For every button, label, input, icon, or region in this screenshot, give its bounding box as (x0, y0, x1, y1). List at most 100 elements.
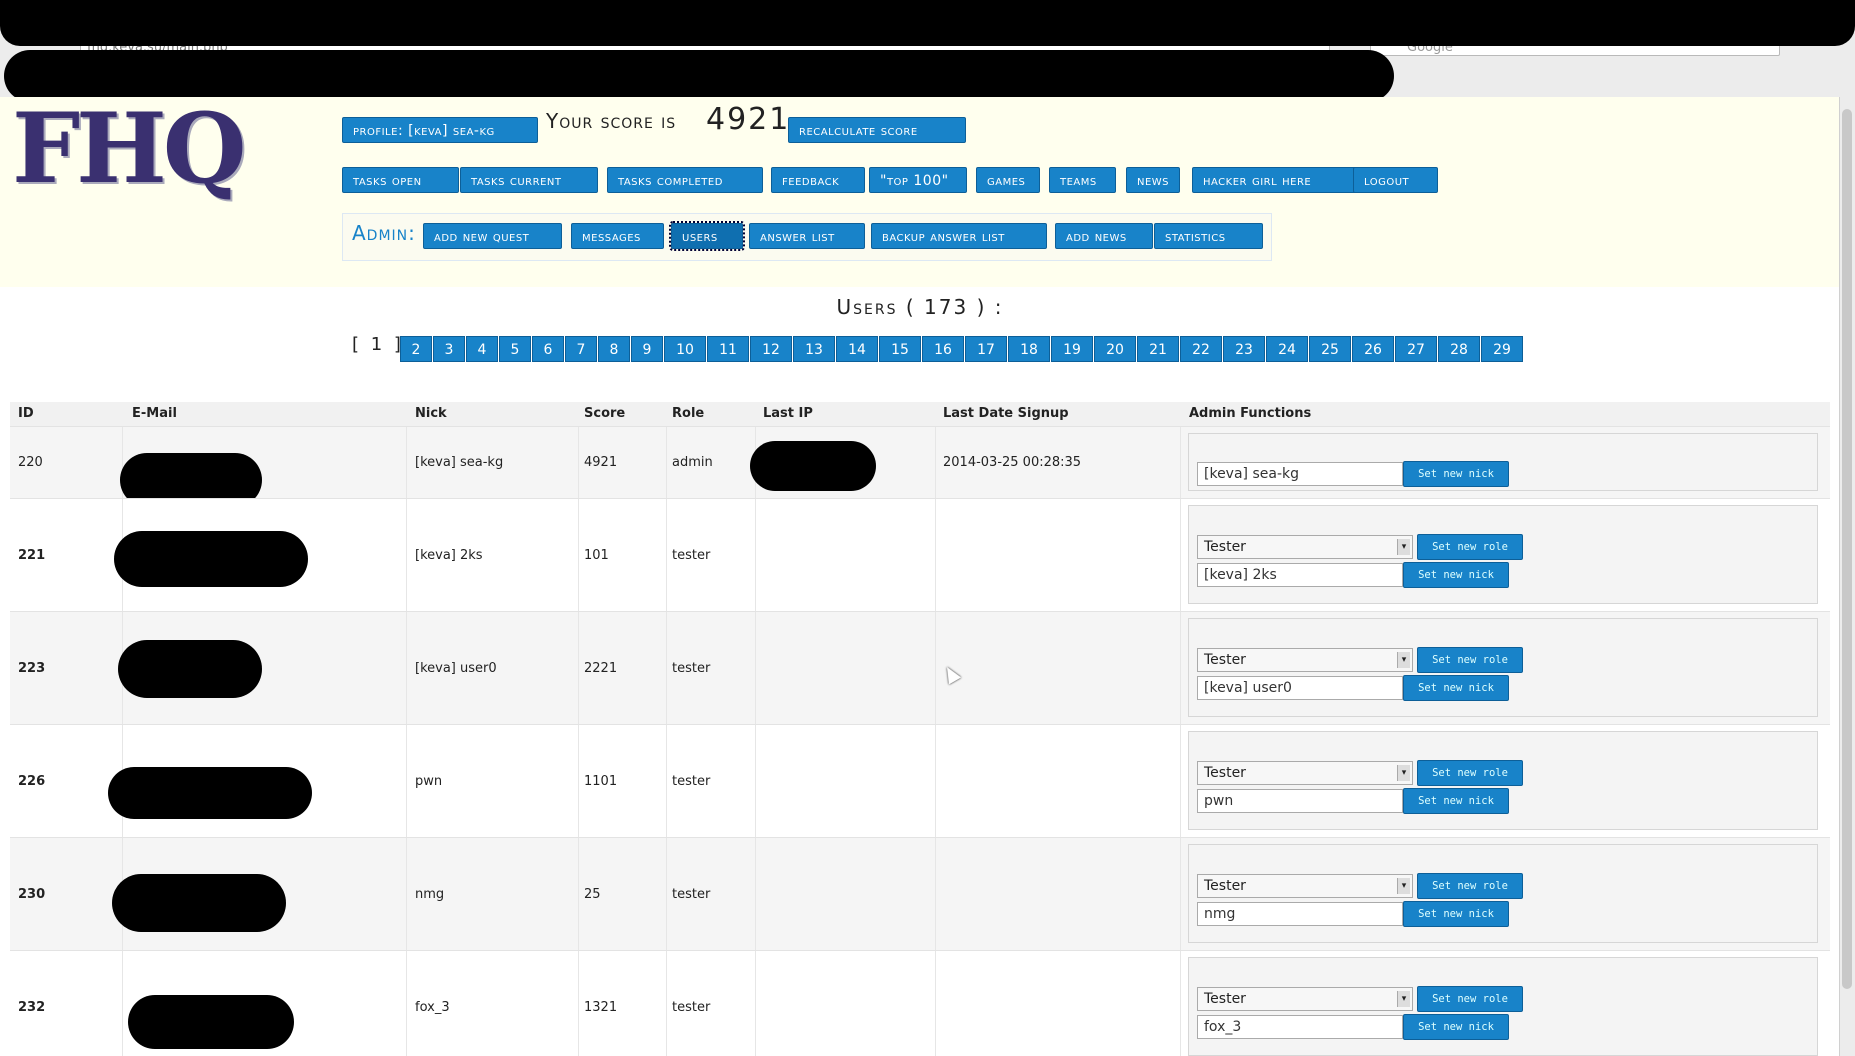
fhq-logo[interactable]: FHQ (12, 101, 246, 197)
table-row: 221 [keva] 2ks 101 tester Tester ▾ Set new rol… (10, 498, 1830, 612)
chevron-down-icon[interactable]: ▾ (1397, 765, 1410, 781)
page-button[interactable]: 19 (1051, 336, 1093, 362)
role-select[interactable]: Tester ▾ (1197, 874, 1413, 898)
page-button[interactable]: 16 (922, 336, 964, 362)
chevron-down-icon[interactable]: ▾ (1397, 991, 1410, 1007)
admin-functions-panel: Tester ▾ Set new role nmg Set new nick (1188, 844, 1818, 943)
admin-item-4-button[interactable]: Answer list (749, 223, 865, 249)
scrollbar-thumb[interactable] (1842, 109, 1852, 989)
nick-input[interactable]: nmg (1197, 902, 1403, 926)
nav-4-button[interactable]: Feedback (771, 167, 865, 193)
page-button[interactable]: 2 (400, 336, 432, 362)
nav-3-button[interactable]: Tasks completed (607, 167, 763, 193)
nav-9-button[interactable]: Hacker girl here (1192, 167, 1358, 193)
page-button[interactable]: 7 (565, 336, 597, 362)
user-nick: [keva] sea-kg (415, 455, 504, 470)
user-id: 232 (18, 1000, 46, 1015)
nick-input[interactable]: [keva] user0 (1197, 676, 1403, 700)
user-role: tester (672, 548, 711, 563)
page-button[interactable]: 11 (707, 336, 749, 362)
column-divider (666, 427, 667, 499)
nav-7-button[interactable]: Teams (1049, 167, 1116, 193)
redaction-bookmarks (4, 50, 1394, 102)
user-score: 2221 (584, 661, 618, 676)
role-select[interactable]: Tester ▾ (1197, 648, 1413, 672)
set-new-nick-button[interactable]: Set new nick (1403, 675, 1509, 701)
col-nick: Nick (415, 406, 447, 421)
role-select[interactable]: Tester ▾ (1197, 535, 1413, 559)
last-date-signup: 2014-03-25 00:28:35 (943, 455, 1082, 470)
page-button[interactable]: 26 (1352, 336, 1394, 362)
set-new-nick-button[interactable]: Set new nick (1403, 788, 1509, 814)
set-new-role-button[interactable]: Set new role (1417, 873, 1523, 899)
page-button[interactable]: 5 (499, 336, 531, 362)
email-redaction (128, 995, 294, 1049)
page-button[interactable]: 17 (965, 336, 1007, 362)
page-button[interactable]: 8 (598, 336, 630, 362)
chevron-down-icon[interactable]: ▾ (1397, 878, 1410, 894)
page-button[interactable]: 13 (793, 336, 835, 362)
column-divider (578, 838, 579, 951)
page-button[interactable]: 6 (532, 336, 564, 362)
set-new-role-button[interactable]: Set new role (1417, 647, 1523, 673)
page-button[interactable]: 14 (836, 336, 878, 362)
column-divider (666, 499, 667, 612)
user-id: 230 (18, 887, 46, 902)
page-button[interactable]: 28 (1438, 336, 1480, 362)
nav-2-button[interactable]: Tasks current (460, 167, 598, 193)
role-select[interactable]: Tester ▾ (1197, 987, 1413, 1011)
set-new-role-button[interactable]: Set new role (1417, 760, 1523, 786)
column-divider (578, 612, 579, 725)
role-select[interactable]: Tester ▾ (1197, 761, 1413, 785)
admin-item-5-button[interactable]: Backup answer list (871, 223, 1047, 249)
admin-item-6-button[interactable]: Add news (1055, 223, 1153, 249)
nick-input[interactable]: [keva] 2ks (1197, 563, 1403, 587)
nav-5-button[interactable]: "Top 100" (869, 167, 967, 193)
page-button[interactable]: 10 (664, 336, 706, 362)
col-role: Role (672, 406, 705, 421)
admin-item-7-button[interactable]: Statistics (1154, 223, 1263, 249)
table-header: ID E-Mail Nick Score Role Last IP Last D… (10, 402, 1830, 426)
set-new-nick-button[interactable]: Set new nick (1403, 562, 1509, 588)
page-button[interactable]: 27 (1395, 336, 1437, 362)
nick-input[interactable]: fox_3 (1197, 1015, 1403, 1039)
column-divider (666, 838, 667, 951)
set-new-nick-button[interactable]: Set new nick (1403, 1014, 1509, 1040)
admin-item-3-button[interactable]: Users (669, 221, 745, 251)
nav-1-button[interactable]: Tasks open (342, 167, 459, 193)
profile-button[interactable]: Profile: [keva] sea-kg (342, 117, 538, 143)
set-new-nick-button[interactable]: Set new nick (1403, 461, 1509, 487)
page-button[interactable]: 3 (433, 336, 465, 362)
set-new-role-button[interactable]: Set new role (1417, 986, 1523, 1012)
nick-input[interactable]: pwn (1197, 789, 1403, 813)
chevron-down-icon[interactable]: ▾ (1397, 539, 1410, 555)
nick-input[interactable]: [keva] sea-kg (1197, 462, 1403, 486)
page-button[interactable]: 22 (1180, 336, 1222, 362)
nav-8-button[interactable]: News (1126, 167, 1180, 193)
page-button[interactable]: 25 (1309, 336, 1351, 362)
page-button[interactable]: 29 (1481, 336, 1523, 362)
set-new-role-button[interactable]: Set new role (1417, 534, 1523, 560)
admin-item-1-button[interactable]: Add new quest (423, 223, 562, 249)
column-divider (755, 725, 756, 838)
page-button[interactable]: 9 (631, 336, 663, 362)
page-button[interactable]: 24 (1266, 336, 1308, 362)
page-button[interactable]: 18 (1008, 336, 1050, 362)
nav-10-button[interactable]: Logout (1353, 167, 1438, 193)
admin-item-2-button[interactable]: Messages (571, 223, 664, 249)
page-button[interactable]: 21 (1137, 336, 1179, 362)
page-button[interactable]: 23 (1223, 336, 1265, 362)
recalculate-score-button[interactable]: Recalculate score (788, 117, 966, 143)
column-divider (406, 499, 407, 612)
chevron-down-icon[interactable]: ▾ (1397, 652, 1410, 668)
user-id: 220 (18, 455, 43, 470)
page-button[interactable]: 12 (750, 336, 792, 362)
page-button[interactable]: 4 (466, 336, 498, 362)
nav-6-button[interactable]: Games (976, 167, 1040, 193)
set-new-nick-button[interactable]: Set new nick (1403, 901, 1509, 927)
vertical-scrollbar[interactable] (1839, 97, 1855, 1056)
page-button[interactable]: 20 (1094, 336, 1136, 362)
column-divider (1180, 725, 1181, 838)
page-button[interactable]: 15 (879, 336, 921, 362)
score-label: Your score is (546, 109, 677, 133)
